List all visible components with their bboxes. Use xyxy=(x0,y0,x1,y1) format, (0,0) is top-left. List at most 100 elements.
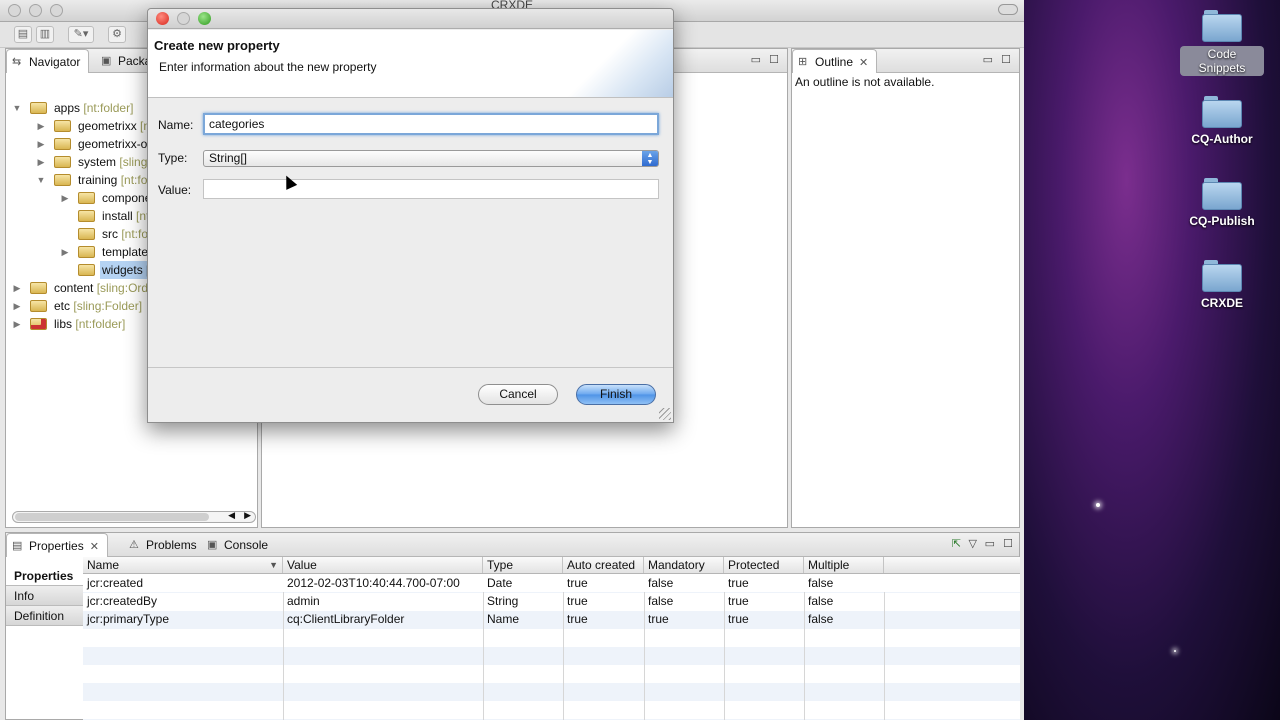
outline-view: ⊞ Outline ✕ ▭ ☐ An outline is not availabl… xyxy=(791,48,1020,528)
name-label: Name: xyxy=(158,118,194,132)
tools-dropdown-icon[interactable]: ✎▾ xyxy=(68,26,94,43)
column-header-multiple[interactable]: Multiple xyxy=(804,557,884,573)
close-tab-icon[interactable]: ✕ xyxy=(859,57,868,69)
sort-descending-icon: ▼ xyxy=(269,560,278,570)
select-arrows-icon: ▲ ▼ xyxy=(642,151,658,166)
table-row[interactable]: jcr:created 2012-02-03T10:40:44.700-07:0… xyxy=(83,574,1020,592)
cell-protected: true xyxy=(728,594,749,608)
cell-name: jcr:created xyxy=(87,576,144,590)
tree-item-name: src xyxy=(102,227,118,241)
tree-item-name: system xyxy=(78,155,117,169)
tab-label: Properties xyxy=(29,539,84,553)
tab-console[interactable]: ▣ Console xyxy=(202,533,276,557)
column-header-mandatory[interactable]: Mandatory xyxy=(644,557,724,573)
close-window-button[interactable] xyxy=(8,4,21,17)
maximize-view-icon[interactable]: ☐ xyxy=(1003,537,1013,550)
zoom-window-button[interactable] xyxy=(50,4,63,17)
navigator-icon: ⇆ xyxy=(12,56,22,68)
tree-item-name: install xyxy=(102,209,133,223)
cancel-button[interactable]: Cancel xyxy=(478,384,558,405)
gear-icon[interactable]: ⚙ xyxy=(108,26,126,43)
dialog-heading: Create new property xyxy=(154,38,280,53)
cell-name: jcr:createdBy xyxy=(87,594,158,608)
column-header-auto-created[interactable]: Auto created xyxy=(563,557,644,573)
folder-icon xyxy=(54,156,71,168)
desktop-icon-crxde[interactable]: CRXDE xyxy=(1180,258,1264,310)
close-dialog-button[interactable] xyxy=(156,12,169,25)
tab-label: Console xyxy=(224,538,269,552)
cell-auto-created: true xyxy=(567,594,588,608)
cell-auto-created: true xyxy=(567,576,588,590)
column-header-type[interactable]: Type xyxy=(483,557,563,573)
save-icon[interactable]: ▤ xyxy=(14,26,32,43)
tree-item-type: [nt:folder] xyxy=(83,101,134,115)
side-tab-definition[interactable]: Definition xyxy=(6,606,83,626)
console-icon: ▣ xyxy=(207,539,218,551)
column-label: Name xyxy=(87,558,120,572)
bottom-tabbar: ▤ Properties ✕ ⚠ Problems ▣ Console ⇱ ▽ ▭ ☐ xyxy=(6,533,1019,557)
tab-outline[interactable]: ⊞ Outline ✕ xyxy=(792,49,878,73)
star xyxy=(1174,650,1176,652)
desktop-icon-label: Code Snippets xyxy=(1180,46,1264,76)
desktop-icon-label: CQ-Publish xyxy=(1189,214,1255,228)
scroll-right-icon[interactable]: ▶ xyxy=(244,510,251,521)
minimize-dialog-button xyxy=(177,12,190,25)
cell-value: cq:ClientLibraryFolder xyxy=(287,612,405,626)
minimize-window-button[interactable] xyxy=(29,4,42,17)
locked-folder-icon xyxy=(30,318,47,330)
column-header-protected[interactable]: Protected xyxy=(724,557,804,573)
tab-label: Navigator xyxy=(29,55,81,69)
star xyxy=(1096,503,1100,507)
cell-multiple: false xyxy=(808,594,834,608)
desktop-icon-code-snippets[interactable]: Code Snippets xyxy=(1180,8,1264,76)
toolbar-toggle-button[interactable] xyxy=(998,4,1018,15)
column-header-value[interactable]: Value xyxy=(283,557,483,573)
name-input[interactable]: categories xyxy=(203,113,659,135)
scroll-left-icon[interactable]: ◀ xyxy=(228,510,235,521)
folder-icon xyxy=(78,264,95,276)
minimize-view-icon[interactable]: ▭ xyxy=(985,537,995,550)
tab-problems[interactable]: ⚠ Problems xyxy=(124,533,205,557)
table-row[interactable]: jcr:createdBy admin String true false tr… xyxy=(83,592,1020,610)
side-tab-properties[interactable]: Properties xyxy=(6,566,83,586)
horizontal-scrollbar[interactable]: ◀ ▶ xyxy=(12,510,256,523)
folder-icon xyxy=(54,138,71,150)
folder-icon xyxy=(78,246,95,258)
desktop-icon-cq-publish[interactable]: CQ-Publish xyxy=(1180,176,1264,228)
folder-icon xyxy=(78,228,95,240)
expanded-triangle-icon: ▼ xyxy=(12,103,22,113)
side-tab-info[interactable]: Info xyxy=(6,586,83,606)
folder-icon xyxy=(1202,176,1242,210)
save-all-icon[interactable]: ▥ xyxy=(36,26,54,43)
tab-properties[interactable]: ▤ Properties ✕ xyxy=(6,533,108,557)
value-input[interactable] xyxy=(203,179,659,199)
tree-item-name: training xyxy=(78,173,118,187)
type-selected-value: String[] xyxy=(209,151,248,165)
finish-button[interactable]: Finish xyxy=(576,384,656,405)
dialog-description: Enter information about the new property xyxy=(159,60,377,74)
collapsed-triangle-icon: ▶ xyxy=(37,121,45,131)
type-select[interactable]: String[] ▲ ▼ xyxy=(203,150,659,167)
view-menu-icon[interactable]: ▽ xyxy=(969,537,977,550)
desktop-icon-cq-author[interactable]: CQ-Author xyxy=(1180,94,1264,146)
scrollbar-thumb[interactable] xyxy=(15,513,209,521)
tree-item-type: [nt:folder] xyxy=(75,317,126,331)
table-row[interactable]: jcr:primaryType cq:ClientLibraryFolder N… xyxy=(83,610,1020,628)
minimize-view-icon[interactable]: ▭ xyxy=(983,53,993,66)
pin-icon[interactable]: ⇱ xyxy=(952,537,961,550)
cell-mandatory: false xyxy=(648,576,674,590)
expanded-triangle-icon: ▼ xyxy=(36,175,46,185)
dialog-banner: Create new property Enter information ab… xyxy=(148,30,673,98)
close-tab-icon[interactable]: ✕ xyxy=(90,541,99,553)
maximize-view-icon[interactable]: ☐ xyxy=(1001,53,1011,66)
folder-icon xyxy=(54,120,71,132)
maximize-view-icon[interactable]: ☐ xyxy=(769,53,779,66)
zoom-dialog-button[interactable] xyxy=(198,12,211,25)
resize-grip-icon[interactable] xyxy=(659,408,671,420)
column-header-name[interactable]: Name ▼ xyxy=(83,557,283,573)
value-label: Value: xyxy=(158,183,192,197)
collapsed-triangle-icon: ▶ xyxy=(61,247,69,257)
table-header: Name ▼ Value Type Auto created Mandatory … xyxy=(83,557,1020,574)
tab-navigator[interactable]: ⇆ Navigator xyxy=(6,49,90,73)
minimize-view-icon[interactable]: ▭ xyxy=(751,53,761,66)
